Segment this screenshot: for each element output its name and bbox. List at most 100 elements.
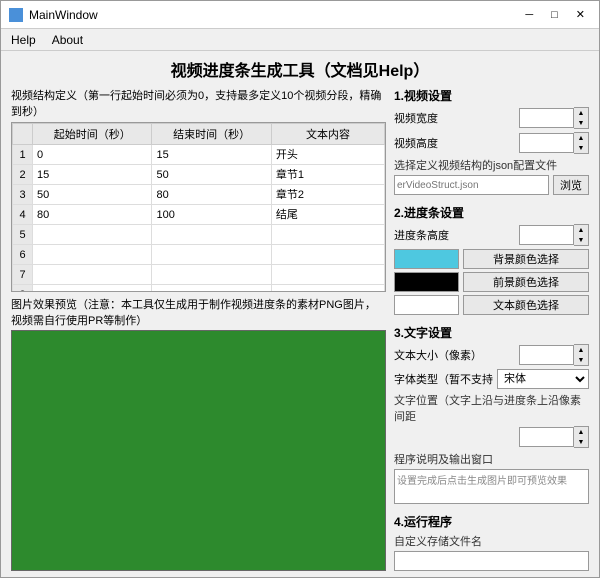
row-text <box>271 185 384 205</box>
end-input[interactable] <box>156 269 266 281</box>
content-area: 视频结构定义（第一行起始时间必须为0，支持最多定义10个视频分段，精确到秒） 起… <box>11 87 589 571</box>
pos-spinner: 4 ▲ ▼ <box>519 426 589 448</box>
close-btn[interactable]: ✕ <box>570 8 591 21</box>
row-num: 1 <box>13 145 33 165</box>
bar-height-row: 进度条高度 54 ▲ ▼ <box>394 224 589 246</box>
text-input[interactable] <box>276 269 380 281</box>
end-input[interactable] <box>156 189 266 201</box>
start-input[interactable] <box>37 249 147 261</box>
height-down-btn[interactable]: ▼ <box>574 143 588 153</box>
table-row: 4 <box>13 205 385 225</box>
height-spinner: 1080 ▲ ▼ <box>519 132 589 154</box>
text-color-preview <box>394 295 459 315</box>
row-num: 5 <box>13 225 33 245</box>
right-panel: 1.视频设置 视频宽度 1920 ▲ ▼ 视频高度 <box>394 87 589 571</box>
bar-height-label: 进度条高度 <box>394 227 449 243</box>
font-size-down-btn[interactable]: ▼ <box>574 355 588 365</box>
fg-color-btn[interactable]: 前景颜色选择 <box>463 272 589 292</box>
start-input[interactable] <box>37 269 147 281</box>
row-end <box>152 225 271 245</box>
end-input[interactable] <box>156 229 266 241</box>
text-input[interactable] <box>276 289 380 293</box>
output-textarea[interactable]: 设置完成后点击生成图片即可预览效果 <box>394 469 589 504</box>
end-input[interactable] <box>156 289 266 293</box>
height-up-btn[interactable]: ▲ <box>574 133 588 143</box>
section-text: 3.文字设置 文本大小（像素） 46 ▲ ▼ 字体类型（ <box>394 324 589 507</box>
main-content: 视频进度条生成工具（文档见Help） 视频结构定义（第一行起始时间必须为0，支持… <box>1 51 599 577</box>
text-input[interactable] <box>276 249 380 261</box>
minimize-btn[interactable]: ─ <box>519 9 539 21</box>
row-num: 6 <box>13 245 33 265</box>
start-input[interactable] <box>37 209 147 221</box>
start-input[interactable] <box>37 149 147 161</box>
section2-title: 2.进度条设置 <box>394 204 589 221</box>
pos-row: 4 ▲ ▼ <box>394 426 589 448</box>
width-input[interactable]: 1920 <box>519 108 574 128</box>
bar-height-input[interactable]: 54 <box>519 225 574 245</box>
font-size-input[interactable]: 46 <box>519 345 574 365</box>
row-start <box>33 265 152 285</box>
table-row: 8 <box>13 285 385 293</box>
row-text <box>271 205 384 225</box>
table-row: 2 <box>13 165 385 185</box>
text-input[interactable] <box>276 229 380 241</box>
font-select[interactable]: 宋体 <box>497 369 589 389</box>
end-input[interactable] <box>156 169 266 181</box>
text-color-btn[interactable]: 文本颜色选择 <box>463 295 589 315</box>
text-input[interactable] <box>276 188 380 200</box>
section4-title: 4.运行程序 <box>394 513 589 530</box>
struct-label: 视频结构定义（第一行起始时间必须为0，支持最多定义10个视频分段，精确到秒） <box>11 87 386 119</box>
bar-height-spinner-btns: ▲ ▼ <box>574 224 589 246</box>
pos-input[interactable]: 4 <box>519 427 574 447</box>
preview-label: 图片效果预览（注意：本工具仅生成用于制作视频进度条的素材PNG图片，视频需自行使… <box>11 296 386 328</box>
fg-color-preview <box>394 272 459 292</box>
table-container[interactable]: 起始时间（秒） 结束时间（秒） 文本内容 12345678 <box>11 122 386 292</box>
filename-input[interactable] <box>394 551 589 571</box>
end-input[interactable] <box>156 149 266 161</box>
row-text <box>271 225 384 245</box>
pos-down-btn[interactable]: ▼ <box>574 437 588 447</box>
browse-btn[interactable]: 浏览 <box>553 175 589 195</box>
json-file-input[interactable] <box>394 175 549 195</box>
start-input[interactable] <box>37 169 147 181</box>
preview-area <box>11 330 386 571</box>
menu-about[interactable]: About <box>46 32 89 48</box>
width-down-btn[interactable]: ▼ <box>574 118 588 128</box>
maximize-btn[interactable]: □ <box>545 9 564 21</box>
width-spinner-btns: ▲ ▼ <box>574 107 589 129</box>
text-input[interactable] <box>276 208 380 220</box>
text-input[interactable] <box>276 168 380 180</box>
row-num: 2 <box>13 165 33 185</box>
bg-color-row: 背景颜色选择 <box>394 249 589 269</box>
section1-title: 1.视频设置 <box>394 87 589 104</box>
table-row: 7 <box>13 265 385 285</box>
pos-up-btn[interactable]: ▲ <box>574 427 588 437</box>
json-label: 选择定义视频结构的json配置文件 <box>394 157 589 173</box>
row-end <box>152 185 271 205</box>
end-input[interactable] <box>156 209 266 221</box>
main-window: MainWindow ─ □ ✕ Help About 视频进度条生成工具（文档… <box>0 0 600 578</box>
width-up-btn[interactable]: ▲ <box>574 108 588 118</box>
start-input[interactable] <box>37 189 147 201</box>
text-input[interactable] <box>276 148 380 160</box>
bg-color-btn[interactable]: 背景颜色选择 <box>463 249 589 269</box>
app-icon <box>9 8 23 22</box>
row-text <box>271 165 384 185</box>
start-input[interactable] <box>37 289 147 293</box>
start-input[interactable] <box>37 229 147 241</box>
row-end <box>152 165 271 185</box>
height-input[interactable]: 1080 <box>519 133 574 153</box>
font-size-up-btn[interactable]: ▲ <box>574 345 588 355</box>
section-run: 4.运行程序 自定义存储文件名 生成图片 存储图片 <box>394 513 589 571</box>
col-num <box>13 124 33 145</box>
bar-height-up-btn[interactable]: ▲ <box>574 225 588 235</box>
output-label: 程序说明及输出窗口 <box>394 451 589 467</box>
width-spinner: 1920 ▲ ▼ <box>519 107 589 129</box>
end-input[interactable] <box>156 249 266 261</box>
section3-title: 3.文字设置 <box>394 324 589 341</box>
font-size-spinner-btns: ▲ ▼ <box>574 344 589 366</box>
table-row: 6 <box>13 245 385 265</box>
menu-help[interactable]: Help <box>5 32 42 48</box>
bar-height-down-btn[interactable]: ▼ <box>574 235 588 245</box>
row-end <box>152 245 271 265</box>
